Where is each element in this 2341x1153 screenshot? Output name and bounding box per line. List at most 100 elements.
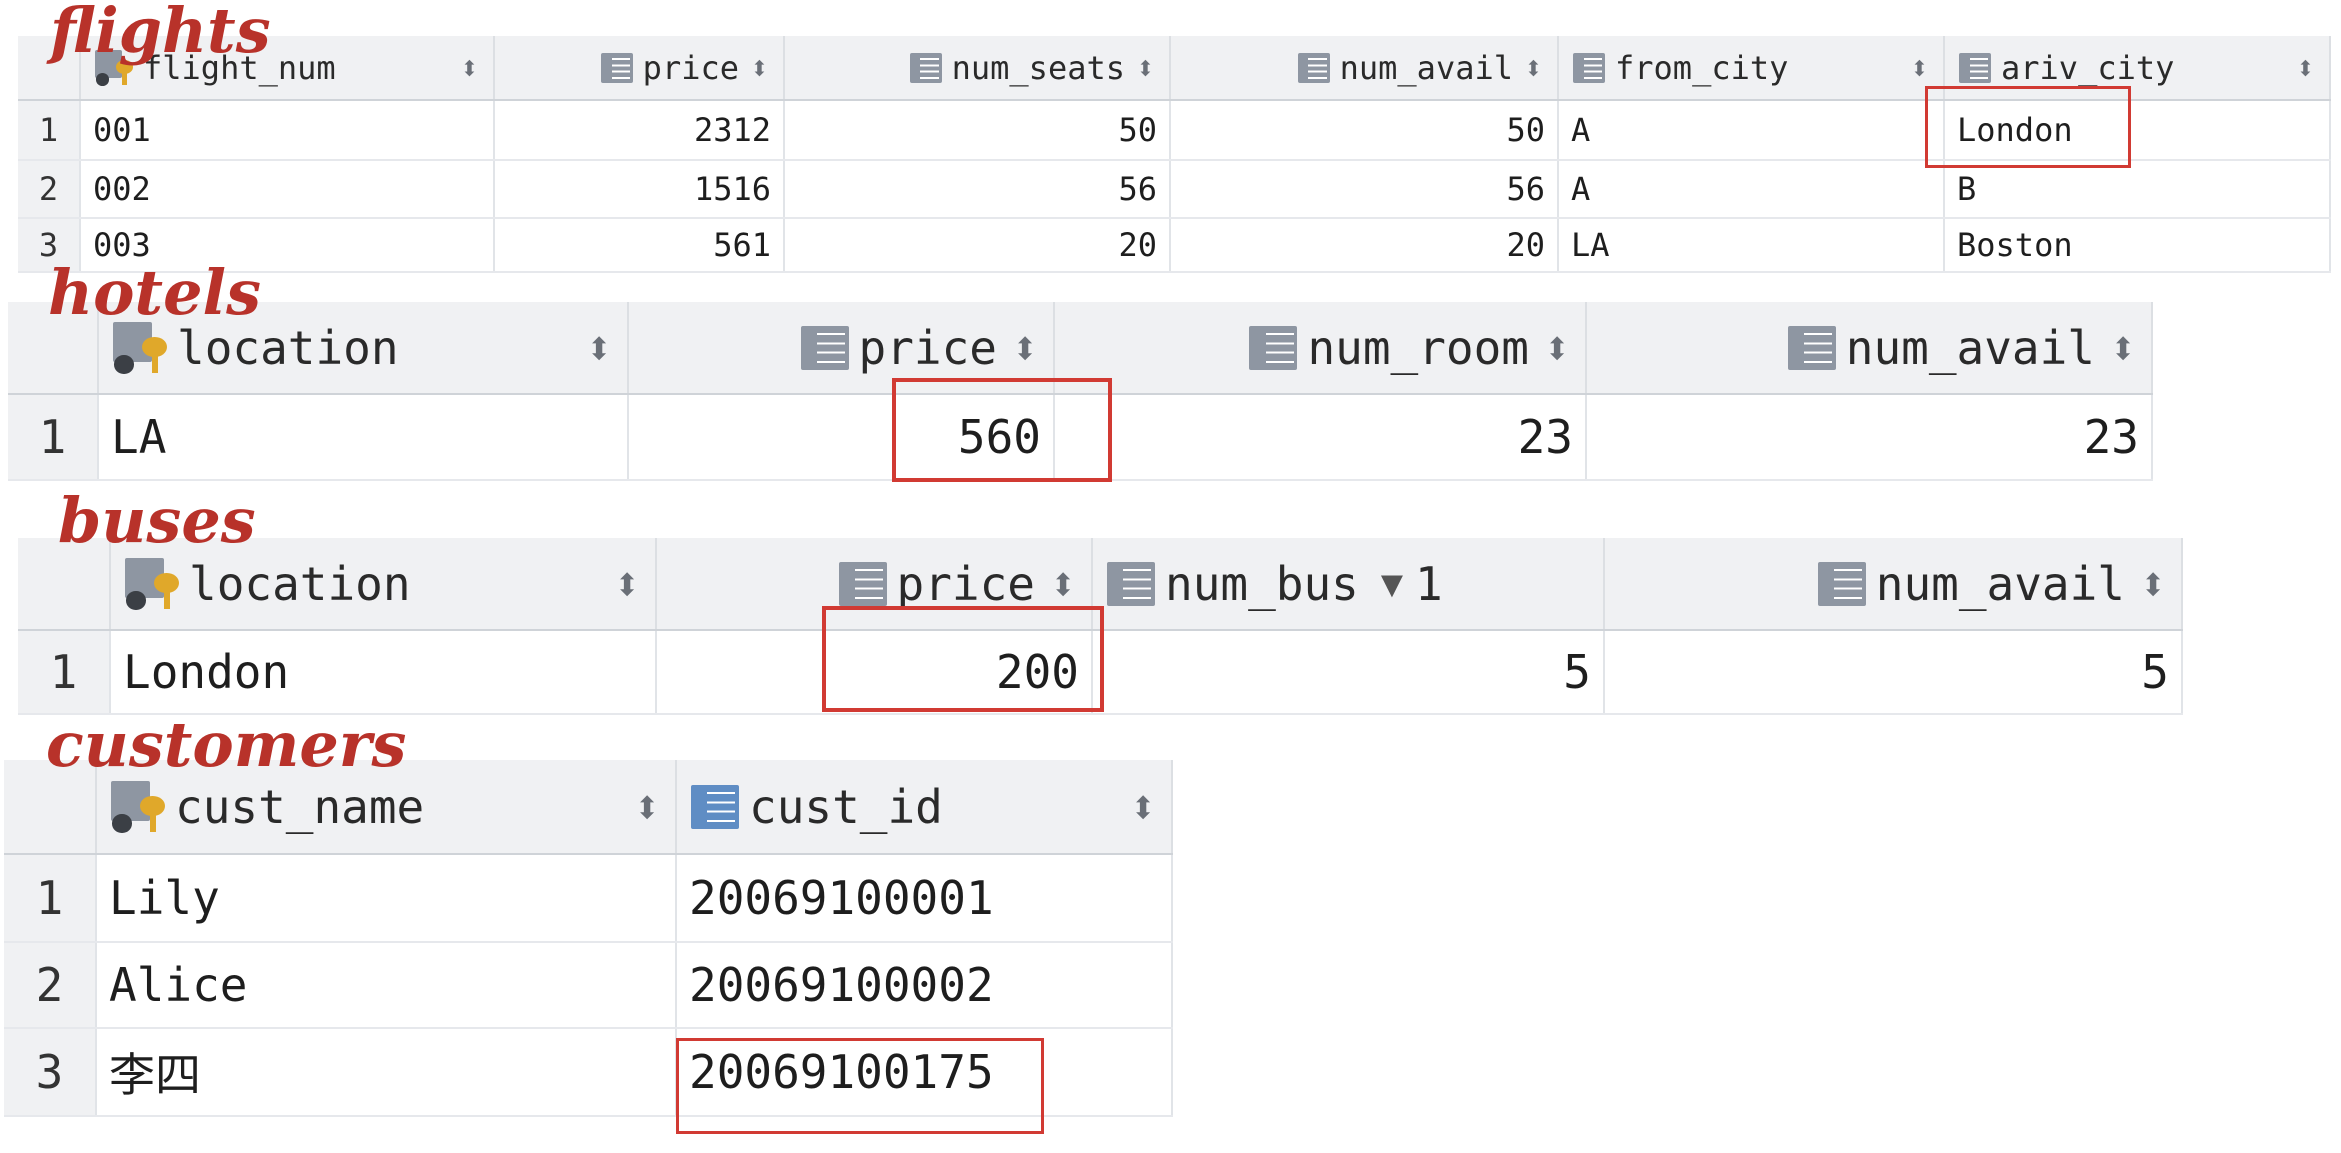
primary-key-column-icon <box>113 321 167 374</box>
cell-num-avail[interactable]: 23 <box>1586 394 2153 481</box>
cell-price[interactable]: 2312 <box>494 100 785 161</box>
table-row[interactable]: 3 003 561 20 20 LA Boston <box>18 218 2331 273</box>
column-icon <box>1107 561 1155 606</box>
flights-header-from-city[interactable]: from_city ⬍ <box>1558 36 1945 101</box>
primary-key-column-icon <box>125 557 179 610</box>
table-row[interactable]: 2 Alice 20069100002 <box>4 942 1173 1029</box>
cell-price[interactable]: 1516 <box>494 160 785 219</box>
row-number: 1 <box>8 394 99 481</box>
buses-header-num-bus[interactable]: num_bus ▼ 1 <box>1092 538 1605 631</box>
cell-num-avail[interactable]: 50 <box>1170 100 1559 161</box>
column-name: price <box>896 556 1035 611</box>
column-icon <box>1959 52 1991 83</box>
sort-arrows-icon[interactable]: ⬍ <box>1136 49 1155 87</box>
cell-num-bus[interactable]: 5 <box>1092 630 1605 715</box>
column-name: num_avail <box>1875 556 2125 611</box>
sort-descending-icon[interactable]: ▼ <box>1381 562 1403 605</box>
row-number: 2 <box>18 160 81 219</box>
hotels-label: hotels <box>48 256 261 329</box>
buses-label: buses <box>58 484 256 557</box>
customers-header-cust-id[interactable]: cust_id ⬍ <box>676 760 1173 855</box>
sort-arrows-icon[interactable]: ⬍ <box>2296 49 2315 87</box>
sort-arrows-icon[interactable]: ⬍ <box>1910 49 1929 87</box>
cell-from-city[interactable]: A <box>1558 160 1945 219</box>
cell-num-room[interactable]: 23 <box>1054 394 1587 481</box>
cell-cust-id[interactable]: 20069100001 <box>676 854 1173 943</box>
flights-header-num-avail[interactable]: num_avail ⬍ <box>1170 36 1559 101</box>
sort-arrows-icon[interactable]: ⬍ <box>585 321 613 375</box>
cell-num-avail[interactable]: 56 <box>1170 160 1559 219</box>
cell-cust-id[interactable]: 20069100002 <box>676 942 1173 1029</box>
cell-cust-name[interactable]: 李四 <box>96 1028 677 1117</box>
sort-arrows-icon[interactable]: ⬍ <box>1011 321 1039 375</box>
flights-header-num-seats[interactable]: num_seats ⬍ <box>784 36 1171 101</box>
column-icon <box>1787 325 1836 370</box>
sort-arrows-icon[interactable]: ⬍ <box>613 557 641 611</box>
column-icon <box>800 325 849 370</box>
buses-header-num-avail[interactable]: num_avail ⬍ <box>1604 538 2183 631</box>
sort-arrows-icon[interactable]: ⬍ <box>1524 49 1543 87</box>
table-row[interactable]: 2 002 1516 56 56 A B <box>18 160 2331 219</box>
cell-from-city[interactable]: A <box>1558 100 1945 161</box>
cell-ariv-city[interactable]: B <box>1944 160 2331 219</box>
cell-num-seats[interactable]: 56 <box>784 160 1171 219</box>
flights-header-price[interactable]: price ⬍ <box>494 36 785 101</box>
column-name: price <box>858 320 997 375</box>
column-name: cust_id <box>749 779 943 834</box>
customers-label: customers <box>46 708 407 781</box>
column-name: num_bus <box>1165 556 1359 611</box>
row-number: 1 <box>18 100 81 161</box>
sort-arrows-icon[interactable]: ⬍ <box>750 49 769 87</box>
highlight-box-cust-id <box>676 1038 1044 1134</box>
cell-cust-name[interactable]: Alice <box>96 942 677 1029</box>
table-row[interactable]: 1 Lily 20069100001 <box>4 854 1173 943</box>
sort-arrows-icon[interactable]: ⬍ <box>2109 321 2137 375</box>
sort-arrows-icon[interactable]: ⬍ <box>1049 557 1077 611</box>
column-icon <box>909 52 942 83</box>
cell-num-seats[interactable]: 20 <box>784 218 1171 273</box>
column-icon <box>1249 325 1298 370</box>
sort-arrows-icon[interactable]: ⬍ <box>2139 557 2167 611</box>
primary-key-column-icon <box>111 780 165 833</box>
column-icon <box>1817 561 1866 606</box>
cell-flight-num[interactable]: 001 <box>80 100 495 161</box>
cell-num-avail[interactable]: 20 <box>1170 218 1559 273</box>
cell-price[interactable]: 561 <box>494 218 785 273</box>
highlight-box-bus-price <box>822 606 1104 712</box>
sort-arrows-icon[interactable]: ⬍ <box>1129 780 1157 834</box>
column-name: num_avail <box>1845 320 2095 375</box>
hotels-header-num-avail[interactable]: num_avail ⬍ <box>1586 302 2153 395</box>
row-number: 1 <box>4 854 97 943</box>
column-icon <box>691 784 739 829</box>
cell-flight-num[interactable]: 002 <box>80 160 495 219</box>
column-name: num_avail <box>1339 48 1513 87</box>
cell-location[interactable]: London <box>110 630 657 715</box>
column-name: num_room <box>1307 320 1529 375</box>
row-number: 1 <box>18 630 111 715</box>
column-name: ariv_city <box>2001 48 2175 87</box>
cell-location[interactable]: LA <box>98 394 629 481</box>
column-icon <box>600 52 633 83</box>
sort-arrows-icon[interactable]: ⬍ <box>460 49 479 87</box>
column-icon <box>1573 52 1605 83</box>
column-name: cust_name <box>175 779 425 834</box>
cell-from-city[interactable]: LA <box>1558 218 1945 273</box>
highlight-box-hotel-price <box>892 378 1112 482</box>
cell-ariv-city[interactable]: Boston <box>1944 218 2331 273</box>
row-number: 2 <box>4 942 97 1029</box>
column-icon <box>1297 52 1330 83</box>
hotels-header-num-room[interactable]: num_room ⬍ <box>1054 302 1587 395</box>
row-number: 3 <box>4 1028 97 1117</box>
highlight-box-london <box>1925 86 2131 168</box>
flights-label: flights <box>50 0 271 67</box>
sort-order-number: 1 <box>1415 556 1443 611</box>
column-name: num_seats <box>951 48 1125 87</box>
cell-num-avail[interactable]: 5 <box>1604 630 2183 715</box>
column-name: from_city <box>1615 48 1789 87</box>
cell-cust-name[interactable]: Lily <box>96 854 677 943</box>
cell-num-seats[interactable]: 50 <box>784 100 1171 161</box>
column-icon <box>838 561 887 606</box>
column-name: location <box>189 556 411 611</box>
sort-arrows-icon[interactable]: ⬍ <box>633 780 661 834</box>
sort-arrows-icon[interactable]: ⬍ <box>1543 321 1571 375</box>
